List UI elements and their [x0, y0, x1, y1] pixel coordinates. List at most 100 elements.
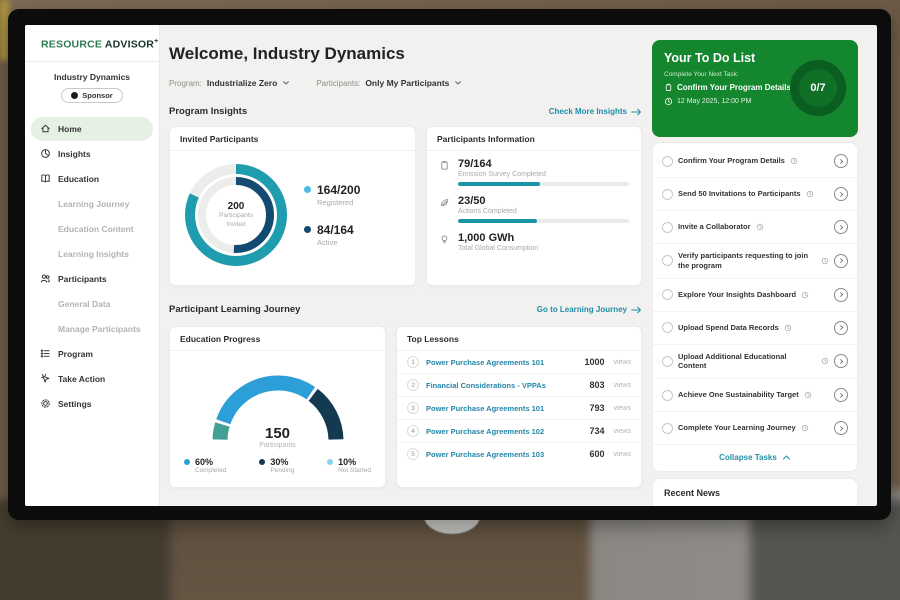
donut-legend: 164/200 Registered 84/164 Active [304, 183, 360, 247]
task-row[interactable]: Invite a Collaborator [653, 211, 857, 244]
task-open-button[interactable] [834, 388, 848, 402]
task-open-button[interactable] [834, 187, 848, 201]
sidebar-item-participants[interactable]: Participants [31, 267, 153, 291]
invited-body: 200 Participants Invited 164/200 Registe… [170, 151, 415, 279]
lesson-row[interactable]: 5 Power Purchase Agreements 103 600 view… [397, 443, 641, 465]
todo-progress-ring: 0/7 [790, 60, 846, 116]
gauge-label: Participants [198, 442, 358, 449]
check-more-insights-link[interactable]: Check More Insights [549, 107, 642, 116]
todo-progress-value: 0/7 [810, 82, 825, 94]
legend-value: 84/164 [317, 223, 354, 237]
task-open-button[interactable] [834, 254, 848, 268]
lesson-link[interactable]: Power Purchase Agreements 103 [426, 450, 582, 459]
task-row[interactable]: Confirm Your Program Details [653, 145, 857, 178]
participants-information-card: Participants Information 79/164 Emission… [426, 126, 642, 286]
sidebar-item-program[interactable]: Program [31, 342, 153, 366]
sidebar-item-education[interactable]: Education [31, 167, 153, 191]
arrow-right-icon [631, 108, 642, 116]
rank-badge: 1 [407, 356, 419, 368]
legend-not-started: 10% Not Started [327, 457, 371, 474]
sidebar-item-insights[interactable]: Insights [31, 142, 153, 166]
legend-label: Active [317, 238, 354, 247]
task-label: Invite a Collaborator [678, 222, 751, 232]
task-row[interactable]: Upload Additional Educational Content [653, 345, 857, 380]
donut-chart: 200 Participants Invited [180, 159, 292, 271]
task-checkbox[interactable] [662, 189, 673, 200]
collapse-label: Collapse Tasks [719, 453, 777, 462]
task-open-button[interactable] [834, 220, 848, 234]
link-label: Go to Learning Journey [537, 305, 627, 314]
views-label: views [613, 451, 631, 458]
go-to-learning-journey-link[interactable]: Go to Learning Journey [537, 305, 642, 314]
task-checkbox[interactable] [662, 222, 673, 233]
sidebar-item-manage-participants[interactable]: Manage Participants [31, 317, 153, 341]
clock-icon [821, 252, 829, 270]
task-open-button[interactable] [834, 421, 848, 435]
people-icon [40, 273, 51, 284]
sidebar-item-take-action[interactable]: Take Action [31, 367, 153, 391]
lesson-row[interactable]: 1 Power Purchase Agreements 101 1000 vie… [397, 351, 641, 374]
lesson-row[interactable]: 4 Power Purchase Agreements 102 734 view… [397, 420, 641, 443]
lesson-link[interactable]: Financial Considerations - VPPAs [426, 381, 582, 390]
rank-badge: 5 [407, 448, 419, 460]
stat-global-consumption: 1,000 GWh Total Global Consumption [439, 232, 629, 252]
info-body: 79/164 Emission Survey Completed 23/50 A… [427, 151, 641, 259]
task-checkbox[interactable] [662, 322, 673, 333]
chevron-up-icon [782, 454, 791, 461]
sponsor-badge[interactable]: Sponsor [61, 88, 122, 103]
task-open-button[interactable] [834, 154, 848, 168]
task-checkbox[interactable] [662, 356, 673, 367]
lesson-row[interactable]: 3 Power Purchase Agreements 101 793 view… [397, 397, 641, 420]
task-label: Explore Your Insights Dashboard [678, 290, 796, 300]
sidebar-item-label: Participants [58, 274, 107, 284]
task-row[interactable]: Complete Your Learning Journey [653, 412, 857, 445]
task-open-button[interactable] [834, 288, 848, 302]
top-lessons-card: Top Lessons 1 Power Purchase Agreements … [396, 326, 642, 488]
collapse-tasks-link[interactable]: Collapse Tasks [653, 445, 857, 469]
sidebar-item-education-content[interactable]: Education Content [31, 217, 153, 241]
legend-value: 60% [195, 457, 226, 467]
task-checkbox[interactable] [662, 423, 673, 434]
participants-select[interactable]: Participants: Only My Participants [316, 78, 462, 88]
task-open-button[interactable] [834, 321, 848, 335]
sidebar-item-settings[interactable]: Settings [31, 392, 153, 416]
task-checkbox[interactable] [662, 289, 673, 300]
lesson-link[interactable]: Power Purchase Agreements 101 [426, 404, 582, 413]
legend-label: Registered [317, 198, 360, 207]
gauge-legend: 60% Completed 30% Pending 10% Not Starte… [170, 449, 385, 474]
task-checkbox[interactable] [662, 255, 673, 266]
task-checkbox[interactable] [662, 390, 673, 401]
legend-label: Pending [270, 467, 294, 474]
invited-participants-card: Invited Participants 200 Participants In… [169, 126, 416, 286]
sidebar-item-label: Insights [58, 149, 91, 159]
rank-badge: 3 [407, 402, 419, 414]
sidebar-item-learning-insights[interactable]: Learning Insights [31, 242, 153, 266]
views-count: 803 [589, 380, 604, 390]
task-checkbox[interactable] [662, 156, 673, 167]
lesson-row[interactable]: 2 Financial Considerations - VPPAs 803 v… [397, 374, 641, 397]
stat-emission-survey: 79/164 Emission Survey Completed [439, 158, 629, 186]
program-select-label: Program: [169, 79, 202, 88]
donut-center: 200 Participants Invited [180, 159, 292, 271]
rank-badge: 2 [407, 379, 419, 391]
task-row[interactable]: Send 50 Invitations to Participants [653, 178, 857, 211]
task-row[interactable]: Verify participants requesting to join t… [653, 244, 857, 279]
legend-dot [304, 226, 311, 233]
sidebar-item-general-data[interactable]: General Data [31, 292, 153, 316]
progress-bar [458, 219, 629, 223]
program-select[interactable]: Program: Industrialize Zero [169, 78, 290, 88]
sidebar-item-label: Education [58, 174, 99, 184]
sidebar-item-home[interactable]: Home [31, 117, 153, 141]
sidebar-item-label: Program [58, 349, 93, 359]
task-label: Verify participants requesting to join t… [678, 251, 816, 271]
views-label: views [613, 382, 631, 389]
sidebar-item-label: Manage Participants [58, 324, 141, 334]
lesson-link[interactable]: Power Purchase Agreements 101 [426, 358, 577, 367]
task-row[interactable]: Upload Spend Data Records [653, 312, 857, 345]
sidebar-item-learning-journey[interactable]: Learning Journey [31, 192, 153, 216]
task-open-button[interactable] [834, 354, 848, 368]
lesson-link[interactable]: Power Purchase Agreements 102 [426, 427, 582, 436]
task-row[interactable]: Explore Your Insights Dashboard [653, 279, 857, 312]
task-row[interactable]: Achieve One Sustainability Target [653, 379, 857, 412]
sponsor-icon [71, 92, 78, 99]
